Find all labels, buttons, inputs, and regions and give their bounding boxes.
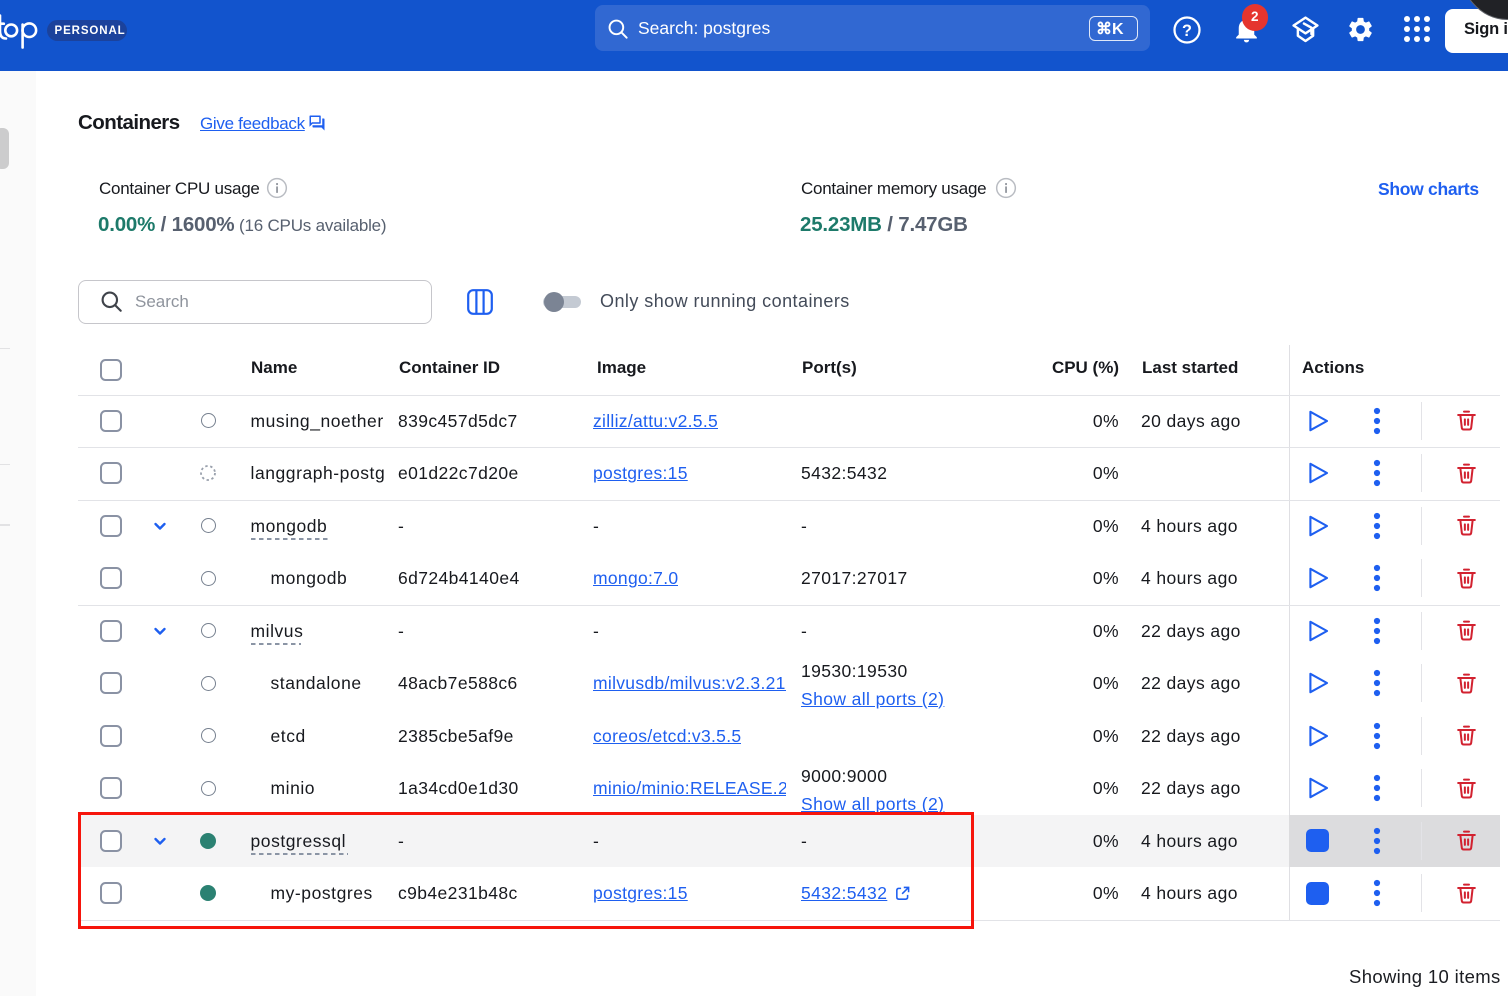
svg-text:?: ? (1182, 21, 1192, 39)
